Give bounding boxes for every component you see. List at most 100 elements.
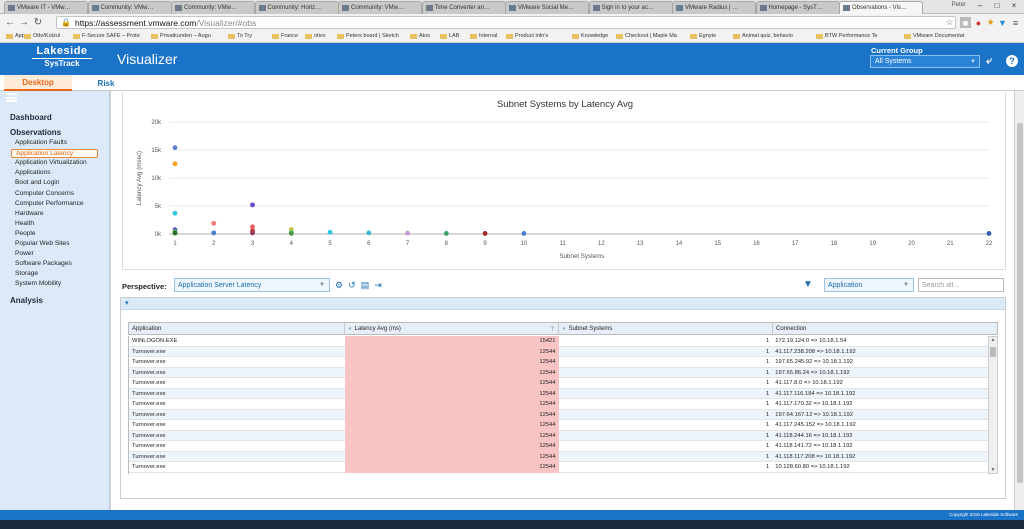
sidebar-item[interactable]: Computer Concerns	[15, 190, 74, 197]
tab-desktop[interactable]: Desktop	[4, 75, 72, 91]
bookmark-item[interactable]: F-Secure SAFE – Prote	[73, 33, 140, 39]
bookmark-item[interactable]: VMware Documentat	[904, 33, 964, 39]
minimize-icon[interactable]: –	[972, 0, 988, 10]
filter-icon[interactable]: ▼	[803, 279, 813, 290]
bookmark-item[interactable]: To Try	[228, 33, 252, 39]
table-row[interactable]: Turnover.exe 12544 1 41.117.238.208 => 10.1…	[129, 346, 988, 357]
data-point[interactable]	[172, 161, 178, 167]
gear-icon[interactable]: ⚙	[334, 280, 344, 290]
bookmark-item[interactable]: Knowledge	[572, 33, 608, 39]
column-filter-icon[interactable]: ⊤	[550, 326, 555, 333]
table-row[interactable]: Turnover.exe 12544 1 197.64.167.12 => 10.18…	[129, 409, 988, 420]
data-point[interactable]	[172, 145, 178, 151]
bookmark-item[interactable]: Privatkunden – Augu	[151, 33, 211, 39]
data-point[interactable]	[405, 230, 410, 236]
column-header-subnet-systems[interactable]: ◕ Subnet Systems	[559, 323, 773, 335]
export-icon[interactable]: ⇥	[373, 280, 383, 290]
back-icon[interactable]: ←	[3, 16, 17, 30]
data-point[interactable]	[366, 230, 372, 236]
sidebar-analysis[interactable]: Analysis	[10, 296, 43, 305]
extension-icon[interactable]: ■	[960, 17, 971, 28]
maximize-icon[interactable]: □	[989, 0, 1005, 10]
hamburger-menu-icon[interactable]	[6, 93, 17, 102]
help-icon[interactable]: ?	[1006, 55, 1018, 67]
data-point[interactable]	[250, 202, 255, 208]
menu-icon[interactable]: ≡	[1010, 17, 1021, 28]
sidebar-item[interactable]: Storage	[15, 270, 38, 277]
data-point[interactable]	[288, 231, 294, 236]
page-scrollbar[interactable]	[1014, 91, 1024, 510]
scrollbar-thumb[interactable]	[1017, 123, 1023, 483]
bookmark-item[interactable]: Egnyte	[690, 33, 716, 39]
table-row[interactable]: Turnover.exe 12544 1 41.118.117.208 => 10.1…	[129, 451, 988, 462]
browser-tab[interactable]: Community: VMw…	[87, 1, 172, 14]
browser-tab[interactable]: Community: VMw…	[338, 1, 422, 14]
current-group-select[interactable]: All Systems ▼	[870, 55, 980, 68]
url-bar[interactable]: 🔒 https://assessment.vmware.com/Visualiz…	[56, 16, 956, 29]
sidebar-item[interactable]: Boot and Login	[15, 179, 59, 186]
sidebar-dashboard[interactable]: Dashboard	[10, 113, 52, 122]
column-header-application[interactable]: Application	[129, 323, 345, 335]
tab-risk[interactable]: Risk	[72, 75, 140, 91]
sidebar-item[interactable]: Power	[15, 250, 34, 257]
bookmark-item[interactable]: Product info's	[506, 33, 548, 39]
sidebar-item[interactable]: Hardware	[15, 210, 44, 217]
bookmark-item[interactable]: Peters board | Sketch	[337, 33, 399, 39]
sidebar-item[interactable]: Application Faults	[15, 139, 67, 146]
bookmark-item[interactable]: otivo	[305, 33, 326, 39]
data-point[interactable]	[172, 230, 178, 236]
data-point[interactable]	[250, 230, 255, 236]
browser-tab[interactable]: Sign in to your ac…	[588, 1, 673, 14]
data-point[interactable]	[521, 231, 527, 236]
data-point[interactable]	[211, 230, 217, 236]
scroll-down-icon[interactable]: ▼	[989, 467, 997, 473]
browser-tab[interactable]: Observations - Vis…	[839, 1, 923, 14]
bookmark-item[interactable]: BTW Performance Te	[816, 33, 877, 39]
table-row[interactable]: Turnover.exe 12544 1 41.117.245.152 => 10.1…	[129, 420, 988, 431]
table-row[interactable]: Turnover.exe 12544 1 10.128.60.80 => 10.18.…	[129, 462, 988, 473]
browser-tab[interactable]: Community: Horiz…	[254, 1, 339, 14]
sidebar-item[interactable]: People	[15, 230, 36, 237]
chevron-down-icon[interactable]: ▾	[125, 299, 129, 307]
forward-icon[interactable]: →	[17, 16, 31, 30]
bookmark-item[interactable]: Internal	[470, 33, 497, 39]
browser-tab[interactable]: Community: VMw…	[171, 1, 255, 14]
sidebar-item[interactable]: Health	[15, 220, 34, 227]
data-point[interactable]	[172, 210, 178, 216]
extension-icon[interactable]: ▼	[997, 17, 1008, 28]
bookmark-item[interactable]: Otto/Kotzul	[24, 33, 60, 39]
sidebar-item[interactable]: Application Virtualization	[15, 159, 87, 166]
bookmark-item[interactable]: LAB	[440, 33, 459, 39]
bookmark-item[interactable]: Atos	[410, 33, 430, 39]
table-row[interactable]: Turnover.exe 12544 1 197.65.86.24 => 10.18.…	[129, 367, 988, 378]
table-row[interactable]: Turnover.exe 12544 1 41.117.8.0 => 10.18.1.…	[129, 378, 988, 389]
share-icon[interactable]: ⤶	[986, 55, 992, 68]
reload-icon[interactable]: ↻	[31, 16, 45, 30]
browser-tab[interactable]: Time Converter an…	[421, 1, 506, 14]
bookmark-item[interactable]: France	[272, 33, 298, 39]
sidebar-item[interactable]: Computer Performance	[15, 200, 84, 207]
perspective-select[interactable]: Application Server Latency ▼	[174, 278, 330, 292]
table-row[interactable]: Turnover.exe 12544 1 197.65.245.92 => 10.18…	[129, 357, 988, 368]
search-input[interactable]	[918, 278, 1004, 292]
data-point[interactable]	[327, 229, 333, 235]
close-icon[interactable]: ×	[1006, 0, 1022, 10]
table-row[interactable]: Turnover.exe 12544 1 41.117.116.184 => 10.1…	[129, 388, 988, 399]
data-point[interactable]	[482, 231, 488, 236]
scroll-up-icon[interactable]: ▲	[989, 337, 997, 343]
report-icon[interactable]: ▤	[360, 280, 370, 290]
sidebar-item[interactable]: Popular Web Sites	[15, 240, 70, 247]
sidebar-item[interactable]: Application Latency	[11, 149, 98, 159]
sidebar-item[interactable]: System Mobility	[15, 280, 61, 287]
grid-scrollbar-thumb[interactable]	[990, 347, 996, 357]
data-point[interactable]	[443, 231, 449, 236]
table-row[interactable]: Turnover.exe 12544 1 41.117.170.32 => 10.18…	[129, 399, 988, 410]
browser-tab[interactable]: VMware Social Me…	[505, 1, 589, 14]
sidebar-item[interactable]: Software Packages	[15, 260, 72, 267]
table-row[interactable]: Turnover.exe 12544 1 41.118.141.72 => 10.18…	[129, 441, 988, 452]
extension-icon[interactable]: ●	[973, 17, 984, 28]
column-header-connection[interactable]: Connection	[773, 323, 997, 335]
lakeside-logo[interactable]: Lakeside SysTrack	[28, 45, 96, 72]
filter-field-select[interactable]: Application ▼	[824, 278, 914, 292]
grid-collapse-bar[interactable]: ▾	[121, 298, 1005, 310]
